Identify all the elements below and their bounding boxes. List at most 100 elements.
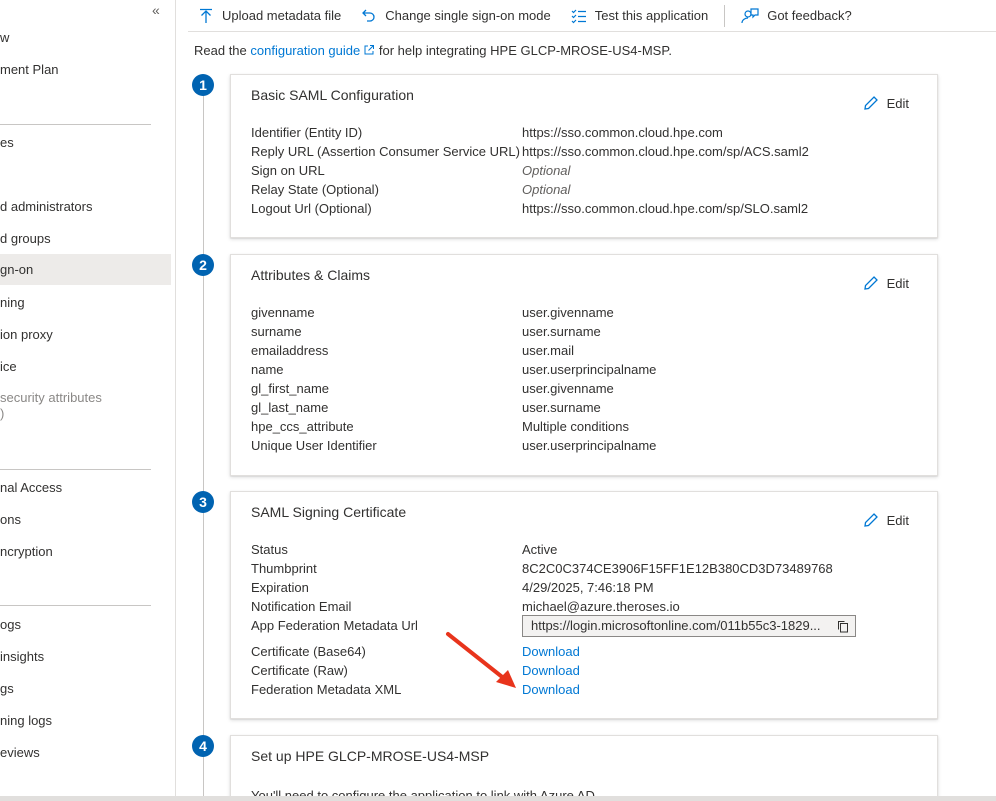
field-label: emailaddress bbox=[251, 343, 329, 358]
test-application-button[interactable]: Test this application bbox=[561, 0, 718, 32]
expiration-value: 4/29/2025, 7:46:18 PM bbox=[522, 580, 654, 595]
field-value: user.givenname bbox=[522, 381, 614, 396]
feedback-label: Got feedback? bbox=[767, 8, 852, 23]
sidebar-item-label: gn-on bbox=[0, 262, 34, 277]
download-base64-link[interactable]: Download bbox=[522, 642, 580, 661]
list-item: Certificate (Base64) Download bbox=[251, 642, 917, 661]
change-sso-mode-button[interactable]: Change single sign-on mode bbox=[351, 0, 561, 32]
field-value: https://sso.common.cloud.hpe.com/sp/SLO.… bbox=[522, 201, 809, 216]
list-item: givenname user.givenname bbox=[251, 303, 917, 322]
field-value: user.mail bbox=[522, 343, 575, 358]
list-item: Certificate (Raw) Download bbox=[251, 661, 917, 680]
field-value: https://sso.common.cloud.hpe.com/sp/ACS.… bbox=[522, 144, 809, 159]
certificate-list: Status Active Thumbprint 8C2C0C374CE3906F1… bbox=[251, 540, 917, 699]
sidebar-item[interactable]: ning bbox=[0, 287, 171, 319]
copy-icon[interactable] bbox=[837, 620, 849, 633]
test-application-label: Test this application bbox=[594, 8, 709, 23]
list-item: Notification Email michael@azure.theroses… bbox=[251, 597, 917, 616]
sidebar-item[interactable]: ice bbox=[0, 351, 171, 383]
sidebar-divider bbox=[0, 469, 151, 470]
feedback-icon bbox=[741, 7, 759, 23]
sidebar-item[interactable]: insights bbox=[0, 641, 171, 673]
sidebar-item[interactable]: ons bbox=[0, 504, 171, 536]
edit-certificate-button[interactable]: Edit bbox=[863, 512, 909, 528]
sidebar-item[interactable]: ment Plan bbox=[0, 54, 171, 86]
sidebar-item[interactable]: gn-on bbox=[0, 254, 171, 285]
step-number-1: 1 bbox=[192, 74, 214, 96]
undo-icon bbox=[362, 9, 375, 22]
pencil-icon bbox=[863, 276, 878, 290]
intro-text: Read the configuration guide for help in… bbox=[194, 43, 672, 58]
field-value: Optional bbox=[522, 163, 571, 178]
feedback-button[interactable]: Got feedback? bbox=[731, 0, 862, 32]
download-raw-link[interactable]: Download bbox=[522, 661, 580, 680]
sidebar-item[interactable]: ogs bbox=[0, 609, 171, 641]
sidebar-item[interactable]: ) bbox=[0, 398, 171, 430]
collapse-sidebar-icon[interactable]: « bbox=[152, 2, 160, 18]
list-item: Unique User Identifier user.userprincipal… bbox=[251, 436, 917, 455]
sidebar-item[interactable]: ion proxy bbox=[0, 319, 171, 351]
sidebar-item[interactable]: es bbox=[0, 127, 171, 159]
configuration-guide-link[interactable]: configuration guide bbox=[250, 43, 360, 58]
field-value: user.surname bbox=[522, 400, 601, 415]
sidebar-item-label: ogs bbox=[0, 617, 21, 632]
pencil-icon bbox=[863, 96, 878, 110]
command-bar: Upload metadata file Change single sign-… bbox=[188, 0, 996, 32]
field-value: user.userprincipalname bbox=[522, 362, 657, 377]
field-label: Relay State (Optional) bbox=[251, 182, 379, 197]
intro-suffix: for help integrating HPE GLCP-MROSE-US4-… bbox=[375, 43, 672, 58]
field-value: user.givenname bbox=[522, 305, 614, 320]
external-link-icon bbox=[364, 45, 375, 55]
field-label: hpe_ccs_attribute bbox=[251, 419, 354, 434]
sidebar-item[interactable]: ning logs bbox=[0, 705, 171, 737]
step-number-3: 3 bbox=[192, 491, 214, 513]
sidebar-divider bbox=[0, 605, 151, 606]
basic-saml-configuration-card: Basic SAML Configuration Edit Identifier… bbox=[230, 74, 938, 238]
sidebar-item[interactable]: d groups bbox=[0, 223, 171, 255]
field-label: gl_first_name bbox=[251, 381, 330, 396]
field-label: Certificate (Base64) bbox=[251, 644, 366, 659]
list-item: Identifier (Entity ID) https://sso.common… bbox=[251, 123, 917, 142]
sidebar-item-label: ment Plan bbox=[0, 62, 59, 77]
thumbprint-value: 8C2C0C374CE3906F15FF1E12B380CD3D73489768 bbox=[522, 561, 833, 576]
sidebar-item-label: d groups bbox=[0, 231, 51, 246]
setup-app-card: Set up HPE GLCP-MROSE-US4-MSP You'll nee… bbox=[230, 735, 938, 801]
list-item: Relay State (Optional) Optional bbox=[251, 180, 917, 199]
list-item: gl_first_name user.givenname bbox=[251, 379, 917, 398]
metadata-url-field[interactable]: https://login.microsoftonline.com/011b55… bbox=[522, 615, 856, 637]
sidebar-item-label: es bbox=[0, 135, 14, 150]
sidebar-item[interactable]: gs bbox=[0, 673, 171, 705]
edit-basic-saml-button[interactable]: Edit bbox=[863, 95, 909, 111]
sidebar-item[interactable]: eviews bbox=[0, 737, 171, 769]
list-item: Sign on URL Optional bbox=[251, 161, 917, 180]
sidebar-item[interactable]: nal Access bbox=[0, 472, 171, 504]
sidebar-item-label: ons bbox=[0, 512, 21, 527]
sidebar-item[interactable]: ncryption bbox=[0, 536, 171, 568]
sidebar-item[interactable]: d administrators bbox=[0, 191, 171, 223]
sidebar-item[interactable]: w bbox=[0, 22, 171, 54]
notification-email-value: michael@azure.theroses.io bbox=[522, 599, 680, 614]
field-label: gl_last_name bbox=[251, 400, 329, 415]
sidebar-item-label: w bbox=[0, 30, 10, 45]
upload-metadata-button[interactable]: Upload metadata file bbox=[188, 0, 351, 32]
edit-attributes-button[interactable]: Edit bbox=[863, 275, 909, 291]
field-label: Reply URL (Assertion Consumer Service UR… bbox=[251, 144, 520, 159]
field-label: Sign on URL bbox=[251, 163, 325, 178]
sidebar-divider bbox=[0, 124, 151, 125]
download-metadata-xml-link[interactable]: Download bbox=[522, 680, 580, 699]
list-item: Thumbprint 8C2C0C374CE3906F15FF1E12B380CD… bbox=[251, 559, 917, 578]
field-value: Optional bbox=[522, 182, 571, 197]
field-label: Thumbprint bbox=[251, 561, 317, 576]
sidebar-item-label: ion proxy bbox=[0, 327, 53, 342]
step-connector bbox=[203, 94, 204, 801]
list-item: App Federation Metadata Url https://logi… bbox=[251, 615, 917, 642]
edit-label: Edit bbox=[886, 512, 909, 528]
pencil-icon bbox=[863, 513, 878, 527]
step-number-4: 4 bbox=[192, 735, 214, 757]
list-item: Logout Url (Optional) https://sso.common.… bbox=[251, 199, 917, 218]
sidebar-item-label: ice bbox=[0, 359, 17, 374]
card-title: SAML Signing Certificate bbox=[251, 504, 407, 520]
status-value: Active bbox=[522, 542, 558, 557]
sidebar-item-label: ning bbox=[0, 295, 25, 310]
horizontal-scrollbar[interactable] bbox=[0, 796, 996, 801]
